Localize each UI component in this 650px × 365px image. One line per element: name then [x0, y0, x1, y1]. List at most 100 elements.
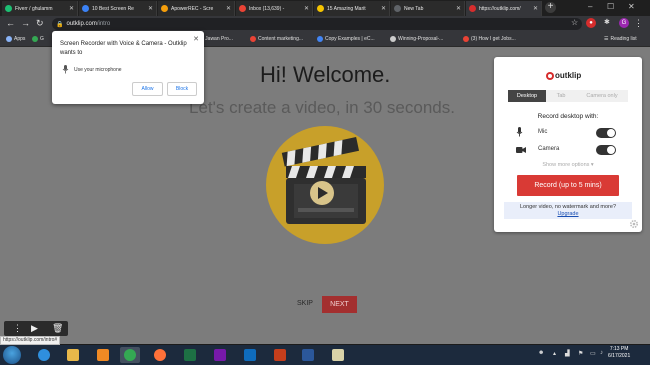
record-button[interactable]: Record (up to 5 mins) — [517, 175, 619, 196]
menu-icon[interactable]: ⋮ — [634, 18, 643, 29]
tab-1[interactable]: 10 Best Screen Re ✕ — [79, 1, 157, 16]
play-icon[interactable]: ▶ — [31, 323, 38, 334]
reading-list[interactable]: ☰ Reading list — [604, 36, 637, 42]
gear-icon[interactable] — [629, 219, 639, 229]
tab-6[interactable]: https://outklip.com/ ✕ — [466, 1, 542, 16]
next-button[interactable]: NEXT — [322, 296, 357, 313]
microphone-icon — [516, 127, 523, 137]
explorer-glyph — [67, 349, 79, 361]
block-button[interactable]: Block — [167, 82, 197, 96]
clapperboard-illustration — [266, 126, 384, 244]
tab-2[interactable]: ApowerREC - Scre ✕ — [158, 1, 235, 16]
avatar[interactable]: G — [619, 18, 629, 28]
back-icon[interactable]: ← — [6, 18, 15, 28]
bookmark-label: b Jawan Pro... — [201, 36, 233, 42]
extensions-icon[interactable]: ✱ — [604, 18, 610, 26]
clock-date: 6/17/2021 — [608, 353, 631, 359]
camera-toggle[interactable] — [596, 145, 616, 155]
tab-close-icon[interactable]: ✕ — [533, 5, 538, 12]
recorder-mini-toolbar: ⋮ ▶ 🗑 — [4, 321, 68, 336]
onenote-glyph — [214, 349, 226, 361]
tab-close-icon[interactable]: ✕ — [456, 5, 461, 12]
tray-people-icon[interactable]: ☻ — [538, 350, 544, 356]
taskbar-excel-icon[interactable] — [180, 347, 200, 363]
permission-popup: Screen Recorder with Voice & Camera - Ou… — [52, 31, 204, 104]
bookmark-item[interactable]: Content marketing... — [250, 36, 303, 42]
tray-battery-icon[interactable]: ▭ — [590, 350, 596, 357]
microphone-icon — [62, 65, 69, 74]
taskbar-outlook-icon[interactable] — [240, 347, 260, 363]
taskbar-firefox-icon[interactable] — [150, 347, 170, 363]
bookmark-icon — [463, 36, 469, 42]
page-subtitle: Let's create a video, in 30 seconds. — [189, 98, 455, 117]
tab-close-icon[interactable]: ✕ — [226, 5, 231, 12]
new-tab-button[interactable]: + — [545, 2, 556, 13]
chrome-glyph — [124, 349, 136, 361]
bookmark-icon — [250, 36, 256, 42]
bookmark-item[interactable]: Winning-Proposal-... — [390, 36, 443, 42]
bookmark-star-icon[interactable]: ☆ — [571, 18, 578, 27]
outklip-extension-icon[interactable]: ● — [586, 18, 596, 28]
page-title: Hi! Welcome. — [260, 62, 391, 87]
tab-5[interactable]: New Tab ✕ — [391, 1, 465, 16]
taskbar-ie-icon[interactable] — [34, 347, 54, 363]
minimize-icon[interactable]: – — [588, 2, 592, 11]
status-url: https://outklip.com/intro# — [0, 336, 61, 345]
taskbar-explorer-icon[interactable] — [63, 347, 83, 363]
reload-icon[interactable]: ↻ — [36, 18, 44, 29]
tab-title: Fiverr / ghulamm — [15, 5, 53, 12]
close-window-icon[interactable]: ✕ — [628, 2, 635, 11]
bookmark-label: Copy Examples | eC... — [325, 36, 375, 42]
favicon-icon — [5, 5, 12, 12]
allow-button[interactable]: Allow — [132, 82, 163, 96]
reading-list-icon: ☰ — [604, 36, 609, 42]
trash-icon[interactable]: 🗑 — [52, 323, 63, 334]
bookmark-item[interactable]: G — [32, 36, 44, 42]
tab-title: 15 Amazing Marit — [327, 5, 366, 12]
tab-close-icon[interactable]: ✕ — [69, 5, 74, 12]
tab-close-icon[interactable]: ✕ — [304, 5, 309, 12]
address-bar[interactable]: 🔒 outklip.com/intro — [52, 18, 582, 30]
maximize-icon[interactable]: ☐ — [607, 2, 614, 11]
tray-network-icon[interactable]: ▟ — [565, 350, 570, 357]
forward-icon[interactable]: → — [21, 18, 30, 28]
skip-link[interactable]: SKIP — [297, 300, 313, 307]
bookmark-item[interactable]: Copy Examples | eC... — [317, 36, 375, 42]
tab-close-icon[interactable]: ✕ — [148, 5, 153, 12]
outlook-glyph — [244, 349, 256, 361]
taskbar-media-icon[interactable] — [93, 347, 113, 363]
upgrade-link[interactable]: Upgrade — [557, 211, 578, 217]
clock[interactable]: 7:13 PM 6/17/2021 — [608, 346, 630, 360]
tray-volume-icon[interactable]: ♪ — [600, 350, 603, 356]
tray-flag-icon[interactable]: ⚑ — [578, 350, 583, 357]
tray-chevron-icon[interactable]: ▴ — [553, 350, 556, 357]
tab-title: ApowerREC - Scre — [171, 5, 214, 12]
show-more-options[interactable]: Show more options ▾ — [494, 162, 642, 168]
bookmark-item[interactable]: (3) How I get Jobs... — [463, 36, 516, 42]
taskbar-powerpoint-icon[interactable] — [270, 347, 290, 363]
tab-title: Inbox (13,639) - — [249, 5, 285, 12]
tab-3[interactable]: Inbox (13,639) - ✕ — [236, 1, 313, 16]
tab-4[interactable]: 15 Amazing Marit ✕ — [314, 1, 390, 16]
tab-title: New Tab — [404, 5, 424, 12]
taskbar-chrome-icon[interactable] — [120, 347, 140, 363]
taskbar-misc-icon[interactable] — [328, 347, 348, 363]
clapperboard-icon — [281, 137, 366, 224]
start-button[interactable] — [3, 346, 21, 364]
taskbar-onenote-icon[interactable] — [210, 347, 230, 363]
bookmark-label: Content marketing... — [258, 36, 304, 42]
tab-camera-only[interactable]: Camera only — [576, 90, 628, 102]
tab-close-icon[interactable]: ✕ — [381, 5, 386, 12]
tab-desktop[interactable]: Desktop — [508, 90, 546, 102]
bookmark-label: G — [40, 36, 44, 42]
mic-option: Mic — [516, 127, 616, 139]
taskbar-word-icon[interactable] — [298, 347, 318, 363]
mic-toggle[interactable] — [596, 128, 616, 138]
more-vertical-icon[interactable]: ⋮ — [13, 323, 22, 334]
tab-0[interactable]: Fiverr / ghulamm ✕ — [2, 1, 78, 16]
favicon-icon — [82, 5, 89, 12]
close-icon[interactable]: ✕ — [193, 35, 199, 43]
tab-tab[interactable]: Tab — [546, 90, 576, 102]
favicon-icon — [239, 5, 246, 12]
bookmark-item[interactable]: Apps — [6, 36, 25, 42]
